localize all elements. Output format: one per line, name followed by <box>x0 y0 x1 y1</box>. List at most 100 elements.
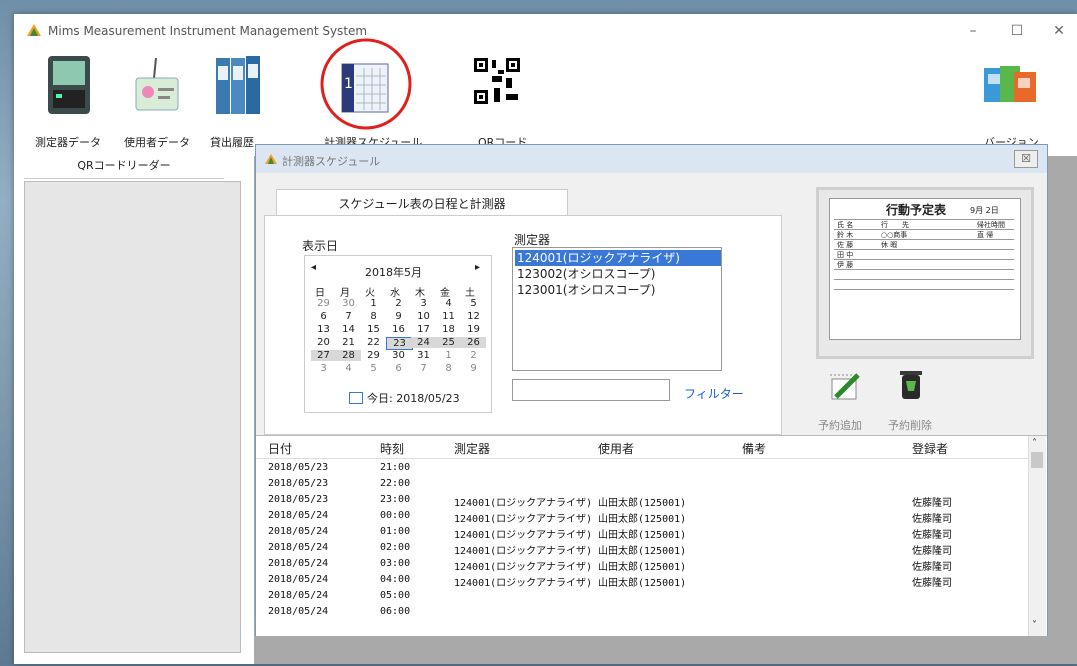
list-item[interactable]: 124001(ロジックアナライザ) <box>515 250 721 266</box>
table-cell: 山田太郎(125001) <box>598 498 687 509</box>
table-cell: 2018/05/23 <box>268 478 329 489</box>
calendar-day[interactable]: 31 <box>411 350 436 361</box>
toolbar-user-data[interactable]: 使用者データ <box>118 48 194 156</box>
calendar-day[interactable]: 10 <box>411 311 436 322</box>
table-row[interactable]: 2018/05/24 04:00 124001(ロジックアナライザ) 山田太郎(125… <box>256 574 1028 590</box>
toolbar-loan-history[interactable]: 貸出履歴 <box>204 48 264 156</box>
next-month-button[interactable]: ▸ <box>475 262 480 273</box>
calendar-today[interactable]: 今日: 2018/05/23 <box>367 390 460 406</box>
table-row[interactable]: 2018/05/24 01:00 124001(ロジックアナライザ) 山田太郎(125… <box>256 526 1028 542</box>
dialog-close-button[interactable]: ☒ <box>1014 150 1038 168</box>
month-calendar[interactable]: ◂ 2018年5月 ▸ 日月火水木金土 29 30 1 2 3 4 5 6 7 8 9 10 11 12 13… <box>304 255 492 413</box>
column-header[interactable]: 登録者 <box>912 440 948 457</box>
calendar-day[interactable]: 8 <box>361 311 386 322</box>
main-window: Mims Measurement Instrument Management S… <box>14 14 1077 664</box>
table-row[interactable]: 2018/05/23 23:00 124001(ロジックアナライザ) 山田太郎(125… <box>256 494 1028 510</box>
calendar-day[interactable]: 18 <box>436 324 461 335</box>
calendar-day[interactable]: 9 <box>461 363 486 374</box>
calendar-day[interactable]: 6 <box>311 311 336 322</box>
list-item[interactable]: 123001(オシロスコープ) <box>515 282 721 298</box>
calendar-day[interactable]: 5 <box>461 298 486 309</box>
tab-qr-reader[interactable]: QRコードリーダー <box>24 156 224 179</box>
calendar-day[interactable]: 5 <box>361 363 386 374</box>
whiteboard-cell: 行 先 <box>881 221 909 229</box>
calendar-day[interactable]: 24 <box>411 337 436 348</box>
calendar-day[interactable]: 14 <box>336 324 361 335</box>
calendar-day[interactable]: 22 <box>361 337 386 348</box>
calendar-day[interactable]: 17 <box>411 324 436 335</box>
toolbar-instrument-schedule[interactable]: 1 計測器スケジュール <box>310 38 422 156</box>
scroll-down-icon[interactable]: ˅ <box>1032 620 1037 631</box>
calendar-day[interactable]: 9 <box>386 311 411 322</box>
calendar-day[interactable]: 27 <box>311 350 336 361</box>
version-boxes-icon <box>984 66 1036 102</box>
calendar-day[interactable]: 13 <box>311 324 336 335</box>
table-row[interactable]: 2018/05/24 06:00 <box>256 606 1028 622</box>
calendar-day[interactable]: 26 <box>461 337 486 348</box>
table-cell: 2018/05/24 <box>268 606 329 617</box>
calendar-day[interactable]: 8 <box>436 363 461 374</box>
toolbar-instrument-data[interactable]: 測定器データ <box>32 48 104 156</box>
table-cell: 2018/05/24 <box>268 590 329 601</box>
column-header[interactable]: 日付 <box>268 440 292 457</box>
svg-text:1: 1 <box>344 76 353 92</box>
calendar-day[interactable]: 4 <box>336 363 361 374</box>
scroll-up-icon[interactable]: ˄ <box>1032 438 1037 449</box>
app-logo-icon <box>27 24 41 36</box>
add-reservation-button[interactable]: 予約追加 <box>818 417 862 433</box>
table-cell: 00:00 <box>380 510 411 521</box>
calendar-day[interactable]: 12 <box>461 311 486 322</box>
calendar-day[interactable]: 3 <box>311 363 336 374</box>
maximize-button[interactable]: ☐ <box>1002 20 1032 42</box>
column-header[interactable]: 測定器 <box>454 440 490 457</box>
calendar-day[interactable]: 1 <box>361 298 386 309</box>
table-row[interactable]: 2018/05/24 00:00 124001(ロジックアナライザ) 山田太郎(125… <box>256 510 1028 526</box>
calendar-day[interactable]: 7 <box>336 311 361 322</box>
calendar-day[interactable]: 3 <box>411 298 436 309</box>
calendar-day[interactable]: 11 <box>436 311 461 322</box>
calendar-day[interactable]: 25 <box>436 337 461 348</box>
scroll-thumb[interactable] <box>1031 452 1043 468</box>
column-header[interactable]: 時刻 <box>380 440 404 457</box>
table-row[interactable]: 2018/05/24 02:00 124001(ロジックアナライザ) 山田太郎(125… <box>256 542 1028 558</box>
close-button[interactable]: ✕ <box>1044 20 1074 42</box>
table-row[interactable]: 2018/05/24 05:00 <box>256 590 1028 606</box>
instrument-list[interactable]: 124001(ロジックアナライザ) 123002(オシロスコープ) 123001… <box>512 247 722 371</box>
table-cell: 佐藤隆司 <box>912 562 952 573</box>
column-header[interactable]: 使用者 <box>598 440 634 457</box>
calendar-day[interactable]: 30 <box>336 298 361 309</box>
table-cell: 124001(ロジックアナライザ) <box>454 578 592 589</box>
calendar-day[interactable]: 16 <box>386 324 411 335</box>
toolbar-version[interactable]: バージョン <box>970 48 1050 156</box>
calendar-day[interactable]: 29 <box>361 350 386 361</box>
grid-scrollbar[interactable]: ˄ ˅ <box>1028 436 1046 636</box>
calendar-day[interactable]: 6 <box>386 363 411 374</box>
calendar-day[interactable]: 23 <box>386 337 413 350</box>
delete-reservation-button[interactable]: 予約削除 <box>888 417 932 433</box>
calendar-day[interactable]: 1 <box>436 350 461 361</box>
calendar-day[interactable]: 28 <box>336 350 361 361</box>
minimize-button[interactable]: – <box>958 20 988 42</box>
table-row[interactable]: 2018/05/24 03:00 124001(ロジックアナライザ) 山田太郎(125… <box>256 558 1028 574</box>
calendar-day[interactable]: 20 <box>311 337 336 348</box>
calendar-day[interactable]: 4 <box>436 298 461 309</box>
filter-link[interactable]: フィルター <box>684 385 744 402</box>
calendar-day[interactable]: 21 <box>336 337 361 348</box>
list-item[interactable]: 123002(オシロスコープ) <box>515 266 721 282</box>
tab-schedule[interactable]: スケジュール表の日程と計測器 <box>276 189 568 218</box>
calendar-day[interactable]: 30 <box>386 350 411 361</box>
calendar-day[interactable]: 15 <box>361 324 386 335</box>
prev-month-button[interactable]: ◂ <box>311 262 316 273</box>
calendar-day[interactable]: 29 <box>311 298 336 309</box>
calendar-day[interactable]: 2 <box>461 350 486 361</box>
calendar-day[interactable]: 7 <box>411 363 436 374</box>
title-bar: Mims Measurement Instrument Management S… <box>14 14 1077 48</box>
table-row[interactable]: 2018/05/23 21:00 <box>256 462 1028 478</box>
column-header[interactable]: 備考 <box>742 440 766 457</box>
weekday-label: 土 <box>465 288 475 299</box>
table-row[interactable]: 2018/05/23 22:00 <box>256 478 1028 494</box>
calendar-day[interactable]: 2 <box>386 298 411 309</box>
filter-input[interactable] <box>512 379 670 401</box>
toolbar-qr-code[interactable]: QRコード <box>460 48 532 156</box>
calendar-day[interactable]: 19 <box>461 324 486 335</box>
